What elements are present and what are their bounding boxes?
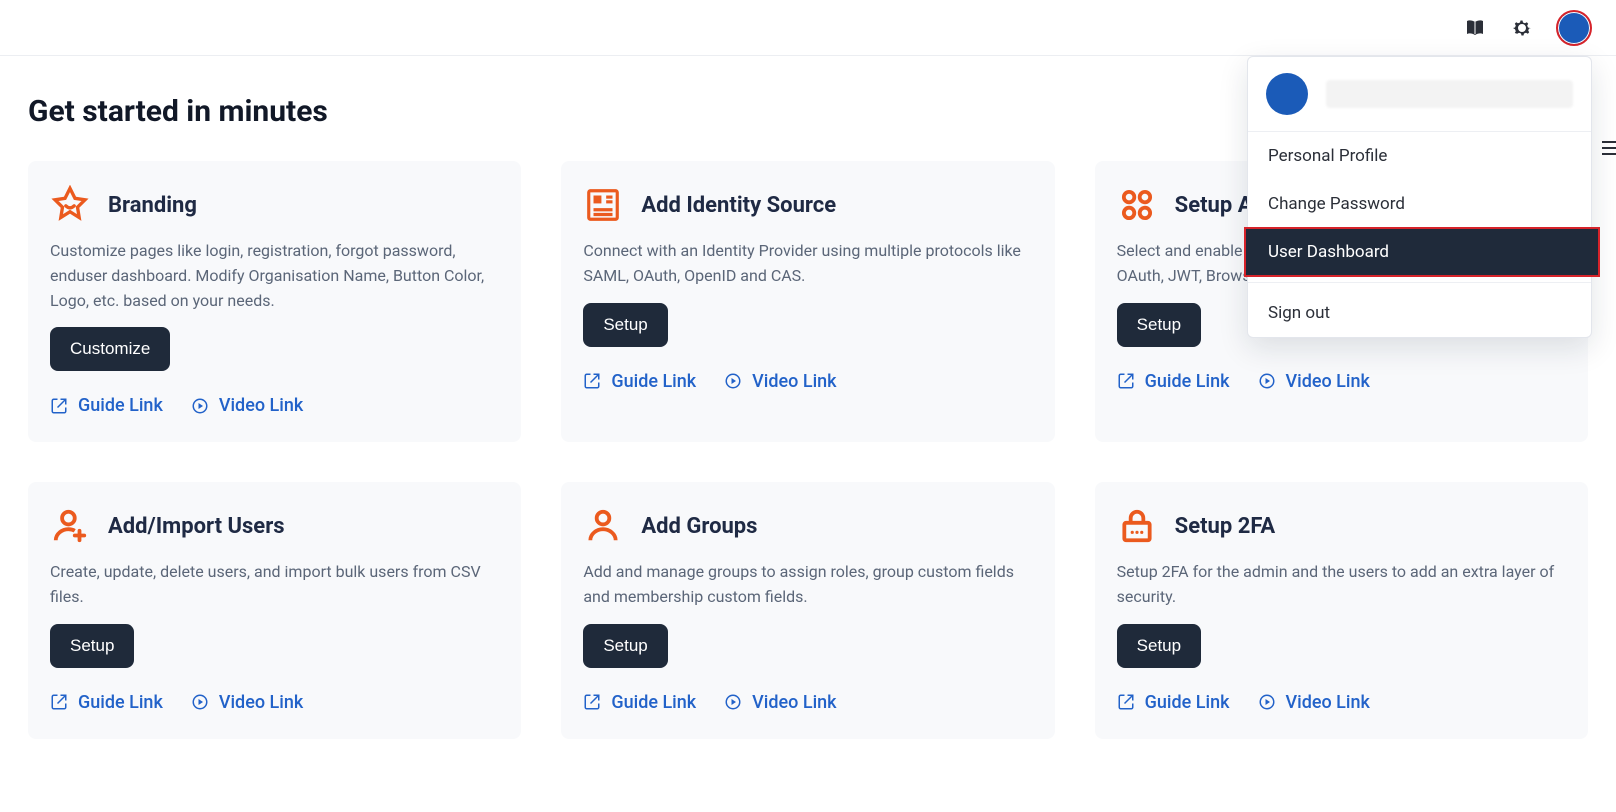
gear-icon[interactable] bbox=[1510, 16, 1534, 40]
user-name-redacted bbox=[1326, 80, 1573, 108]
video-link[interactable]: Video Link bbox=[1258, 692, 1370, 713]
card-branding: Branding Customize pages like login, reg… bbox=[28, 161, 521, 442]
video-link-label: Video Link bbox=[219, 692, 303, 713]
guide-link[interactable]: Guide Link bbox=[583, 371, 696, 392]
card-desc: Add and manage groups to assign roles, g… bbox=[583, 560, 1032, 610]
lock-icon bbox=[1117, 506, 1157, 546]
card-identity-source: Add Identity Source Connect with an Iden… bbox=[561, 161, 1054, 442]
guide-link-label: Guide Link bbox=[611, 371, 696, 392]
card-desc: Customize pages like login, registration… bbox=[50, 239, 499, 313]
video-link-label: Video Link bbox=[752, 692, 836, 713]
dropdown-header bbox=[1248, 57, 1591, 132]
video-link[interactable]: Video Link bbox=[191, 395, 303, 416]
avatar-icon bbox=[1266, 73, 1308, 115]
menu-separator bbox=[1248, 282, 1591, 283]
card-desc: Connect with an Identity Provider using … bbox=[583, 239, 1032, 289]
menu-user-dashboard[interactable]: User Dashboard bbox=[1245, 228, 1599, 276]
guide-link-label: Guide Link bbox=[1145, 692, 1230, 713]
video-link-label: Video Link bbox=[752, 371, 836, 392]
setup-button[interactable]: Setup bbox=[583, 624, 667, 668]
book-icon[interactable] bbox=[1464, 16, 1488, 40]
setup-button[interactable]: Setup bbox=[50, 624, 134, 668]
guide-link-label: Guide Link bbox=[78, 692, 163, 713]
guide-link[interactable]: Guide Link bbox=[50, 692, 163, 713]
card-desc: Setup 2FA for the admin and the users to… bbox=[1117, 560, 1566, 610]
guide-link-label: Guide Link bbox=[1145, 371, 1230, 392]
card-desc: Create, update, delete users, and import… bbox=[50, 560, 499, 610]
video-link[interactable]: Video Link bbox=[1258, 371, 1370, 392]
apps-icon bbox=[1117, 185, 1157, 225]
card-add-groups: Add Groups Add and manage groups to assi… bbox=[561, 482, 1054, 739]
video-link-label: Video Link bbox=[219, 395, 303, 416]
setup-button[interactable]: Setup bbox=[1117, 624, 1201, 668]
guide-link[interactable]: Guide Link bbox=[1117, 692, 1230, 713]
video-link-label: Video Link bbox=[1286, 692, 1370, 713]
hamburger-icon[interactable] bbox=[1602, 140, 1616, 160]
card-title: Add Identity Source bbox=[641, 193, 836, 218]
guide-link-label: Guide Link bbox=[78, 395, 163, 416]
menu-personal-profile[interactable]: Personal Profile bbox=[1248, 132, 1591, 180]
group-icon bbox=[583, 506, 623, 546]
user-dropdown: Personal Profile Change Password User Da… bbox=[1247, 56, 1592, 338]
idsource-icon bbox=[583, 185, 623, 225]
card-setup-2fa: Setup 2FA Setup 2FA for the admin and th… bbox=[1095, 482, 1588, 739]
card-add-users: Add/Import Users Create, update, delete … bbox=[28, 482, 521, 739]
menu-change-password[interactable]: Change Password bbox=[1248, 180, 1591, 228]
topbar bbox=[0, 0, 1616, 56]
video-link[interactable]: Video Link bbox=[191, 692, 303, 713]
guide-link[interactable]: Guide Link bbox=[1117, 371, 1230, 392]
star-icon bbox=[50, 185, 90, 225]
card-title: Branding bbox=[108, 193, 197, 218]
card-title: Setup 2FA bbox=[1175, 514, 1276, 539]
video-link-label: Video Link bbox=[1286, 371, 1370, 392]
card-title: Add Groups bbox=[641, 514, 757, 539]
menu-sign-out[interactable]: Sign out bbox=[1248, 289, 1591, 337]
setup-button[interactable]: Setup bbox=[1117, 303, 1201, 347]
customize-button[interactable]: Customize bbox=[50, 327, 170, 371]
setup-button[interactable]: Setup bbox=[583, 303, 667, 347]
video-link[interactable]: Video Link bbox=[724, 371, 836, 392]
card-title: Add/Import Users bbox=[108, 514, 285, 539]
adduser-icon bbox=[50, 506, 90, 546]
video-link[interactable]: Video Link bbox=[724, 692, 836, 713]
guide-link[interactable]: Guide Link bbox=[50, 395, 163, 416]
guide-link-label: Guide Link bbox=[611, 692, 696, 713]
guide-link[interactable]: Guide Link bbox=[583, 692, 696, 713]
avatar-button[interactable] bbox=[1556, 10, 1592, 46]
